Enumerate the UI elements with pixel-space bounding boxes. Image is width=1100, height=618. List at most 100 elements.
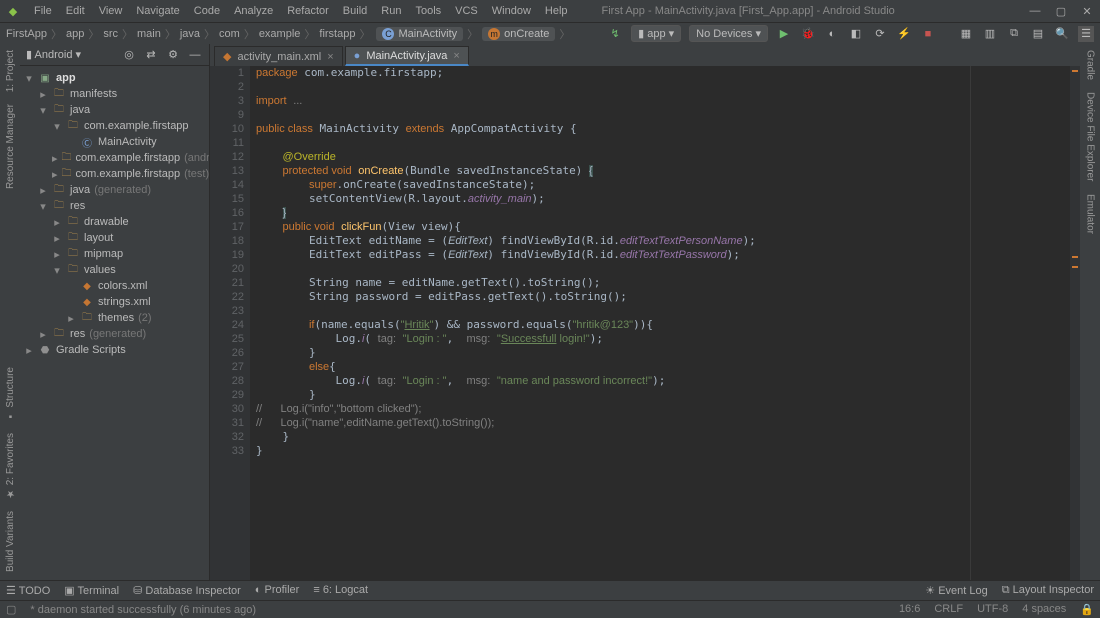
attach-icon[interactable]: ⟳ bbox=[872, 26, 888, 42]
menu-refactor[interactable]: Refactor bbox=[287, 5, 329, 17]
editor-tab[interactable]: ●MainActivity.java× bbox=[345, 46, 469, 66]
tool-window-button[interactable]: Build Variants bbox=[5, 511, 16, 572]
run-configuration[interactable]: ▮ app ▾ bbox=[631, 25, 681, 42]
crumb[interactable]: src bbox=[103, 28, 118, 40]
menu-code[interactable]: Code bbox=[194, 5, 220, 17]
resource-manager-icon[interactable]: ▤ bbox=[1030, 26, 1046, 42]
coverage-icon[interactable]: ◧ bbox=[848, 26, 864, 42]
minimize-icon[interactable]: — bbox=[1028, 5, 1042, 17]
collapse-icon[interactable]: ⇄ bbox=[143, 47, 159, 63]
editor-tabs[interactable]: ◆activity_main.xml×●MainActivity.java× bbox=[210, 44, 1080, 66]
nav-bar: FirstApp〉app〉src〉main〉java〉com〉example〉f… bbox=[0, 22, 1100, 44]
tree-node[interactable]: ▾🗀res bbox=[20, 198, 209, 214]
project-panel: ▮ Android ▾ ◎ ⇄ ⚙ — ▾▣app▸🗀manifests▾🗀ja… bbox=[20, 44, 210, 580]
device-selector[interactable]: No Devices ▾ bbox=[689, 25, 768, 42]
bottom-tool-button[interactable]: ≡ 6: Logcat bbox=[313, 584, 368, 597]
status-item[interactable]: CRLF bbox=[934, 603, 963, 616]
menu-edit[interactable]: Edit bbox=[66, 5, 85, 17]
crumb[interactable]: main bbox=[137, 28, 161, 40]
menu-tools[interactable]: Tools bbox=[415, 5, 441, 17]
project-view-selector[interactable]: ▮ Android ▾ bbox=[26, 48, 81, 61]
tool-window-button[interactable]: Resource Manager bbox=[5, 104, 16, 189]
tab-close-icon[interactable]: × bbox=[327, 51, 333, 63]
hide-icon[interactable]: — bbox=[187, 47, 203, 63]
notifications-icon[interactable]: ☰ bbox=[1078, 26, 1094, 42]
crumb[interactable]: com bbox=[219, 28, 240, 40]
tool-window-button[interactable]: Device File Explorer bbox=[1085, 92, 1096, 181]
tree-node[interactable]: ▸🗀res (generated) bbox=[20, 326, 209, 342]
layout-inspector-icon[interactable]: ⧉ bbox=[1006, 26, 1022, 42]
status-icon[interactable]: ▢ bbox=[6, 603, 16, 616]
gutter[interactable]: 1 2 3 9 10 11 12 13 14 15 16 17 18 19 20… bbox=[210, 66, 250, 580]
tool-window-button[interactable]: 1: Project bbox=[5, 50, 16, 92]
status-item[interactable]: 4 spaces bbox=[1022, 603, 1066, 616]
bottom-tool-button[interactable]: ☰ TODO bbox=[6, 584, 50, 597]
bottom-tool-button[interactable]: ◐ Profiler bbox=[255, 584, 300, 597]
close-icon[interactable]: ✕ bbox=[1080, 5, 1094, 18]
menu-window[interactable]: Window bbox=[492, 5, 531, 17]
menu-help[interactable]: Help bbox=[545, 5, 568, 17]
crumb[interactable]: example bbox=[259, 28, 301, 40]
tree-node[interactable]: ◆strings.xml bbox=[20, 294, 209, 310]
tree-node[interactable]: ▾🗀values bbox=[20, 262, 209, 278]
tree-node[interactable]: ▸🗀com.example.firstapp (test) bbox=[20, 166, 209, 182]
bottom-tool-button[interactable]: ⧉ Layout Inspector bbox=[1002, 584, 1094, 597]
sync-icon[interactable]: ↯ bbox=[607, 26, 623, 42]
tree-node[interactable]: ▸🗀layout bbox=[20, 230, 209, 246]
debug-icon[interactable]: 🐞 bbox=[800, 26, 816, 42]
tree-node[interactable]: ▾🗀java bbox=[20, 102, 209, 118]
profile-icon[interactable]: ◐ bbox=[824, 26, 840, 42]
tree-node[interactable]: ▸🗀mipmap bbox=[20, 246, 209, 262]
menu-run[interactable]: Run bbox=[381, 5, 401, 17]
bottom-tool-button[interactable]: ☀ Event Log bbox=[925, 584, 987, 597]
maximize-icon[interactable]: ▢ bbox=[1054, 5, 1068, 18]
status-item[interactable]: UTF-8 bbox=[977, 603, 1008, 616]
editor-tab[interactable]: ◆activity_main.xml× bbox=[214, 46, 343, 66]
tab-close-icon[interactable]: × bbox=[453, 50, 459, 62]
tree-node[interactable]: ▸⬣Gradle Scripts bbox=[20, 342, 209, 358]
menu-view[interactable]: View bbox=[99, 5, 123, 17]
tree-node[interactable]: ▸🗀themes (2) bbox=[20, 310, 209, 326]
tree-node[interactable]: ⒸMainActivity bbox=[20, 134, 209, 150]
gear-icon[interactable]: ⚙ bbox=[165, 47, 181, 63]
code-area[interactable]: package com.example.firstapp; import ...… bbox=[250, 66, 1070, 580]
bottom-tool-button[interactable]: ▣ Terminal bbox=[64, 584, 119, 597]
main-menu[interactable]: File Edit View Navigate Code Analyze Refactor B… bbox=[34, 5, 568, 17]
tree-node[interactable]: ▾🗀com.example.firstapp bbox=[20, 118, 209, 134]
project-tree[interactable]: ▾▣app▸🗀manifests▾🗀java▾🗀com.example.firs… bbox=[20, 66, 209, 580]
crumb[interactable]: FirstApp bbox=[6, 28, 47, 40]
run-icon[interactable]: ▶ bbox=[776, 26, 792, 42]
tool-window-button[interactable]: ★ 2: Favorites bbox=[5, 433, 16, 499]
avd-icon[interactable]: ▦ bbox=[958, 26, 974, 42]
tree-node[interactable]: ▸🗀com.example.firstapp (androidTest) bbox=[20, 150, 209, 166]
menu-navigate[interactable]: Navigate bbox=[136, 5, 179, 17]
tree-node[interactable]: ▸🗀manifests bbox=[20, 86, 209, 102]
tool-window-button[interactable]: ▪ Structure bbox=[5, 367, 16, 421]
search-icon[interactable]: 🔍 bbox=[1054, 26, 1070, 42]
tool-window-button[interactable]: Gradle bbox=[1085, 50, 1096, 80]
menu-vcs[interactable]: VCS bbox=[455, 5, 478, 17]
stop-icon[interactable]: ■ bbox=[920, 26, 936, 42]
tool-window-button[interactable]: Emulator bbox=[1085, 194, 1096, 234]
status-item[interactable]: 16:6 bbox=[899, 603, 920, 616]
bottom-tool-button[interactable]: ⛁ Database Inspector bbox=[133, 584, 241, 597]
error-stripe[interactable] bbox=[1070, 66, 1080, 580]
tree-node[interactable]: ▾▣app bbox=[20, 70, 209, 86]
status-item[interactable]: 🔒 bbox=[1080, 603, 1094, 616]
sdk-icon[interactable]: ▥ bbox=[982, 26, 998, 42]
tree-node[interactable]: ▸🗀java (generated) bbox=[20, 182, 209, 198]
tree-node[interactable]: ◆colors.xml bbox=[20, 278, 209, 294]
apply-changes-icon[interactable]: ⚡ bbox=[896, 26, 912, 42]
left-tool-stripe: 1: Project Resource Manager ▪ Structure ★ … bbox=[0, 44, 20, 580]
menu-build[interactable]: Build bbox=[343, 5, 367, 17]
tree-node[interactable]: ▸🗀drawable bbox=[20, 214, 209, 230]
crumb[interactable]: java bbox=[180, 28, 200, 40]
menu-analyze[interactable]: Analyze bbox=[234, 5, 273, 17]
crumb[interactable]: app bbox=[66, 28, 84, 40]
editor[interactable]: 1 2 3 9 10 11 12 13 14 15 16 17 18 19 20… bbox=[210, 66, 1080, 580]
menu-file[interactable]: File bbox=[34, 5, 52, 17]
target-icon[interactable]: ◎ bbox=[121, 47, 137, 63]
crumb[interactable]: firstapp bbox=[319, 28, 355, 40]
breadcrumb-pill[interactable]: monCreate bbox=[482, 27, 555, 41]
breadcrumb-pill[interactable]: CMainActivity bbox=[376, 27, 463, 41]
